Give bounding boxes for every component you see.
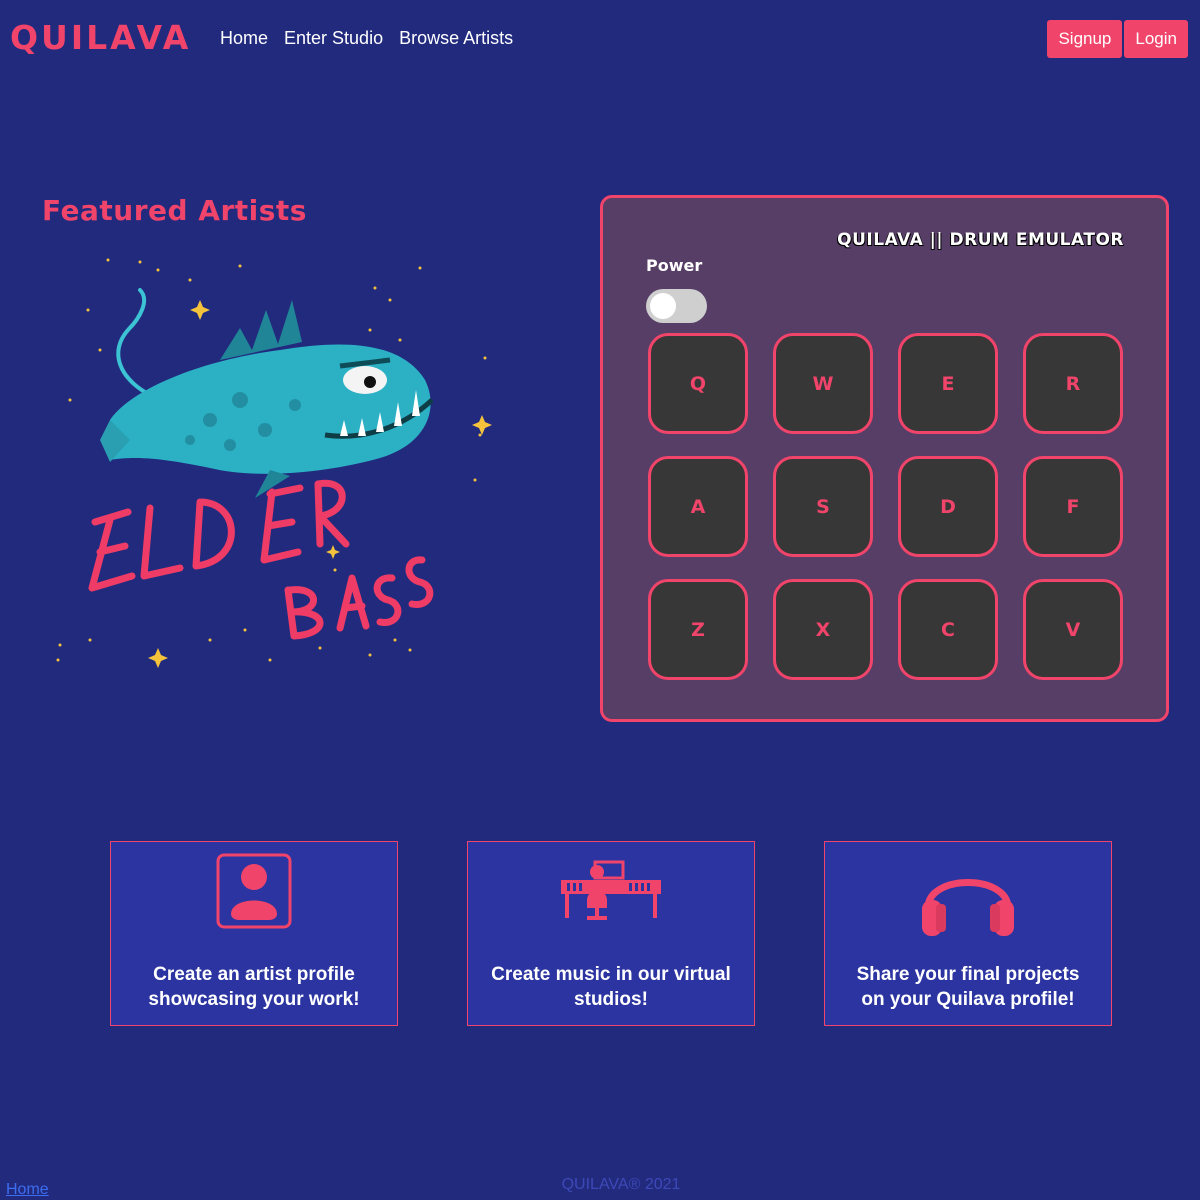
headphones-icon — [922, 879, 1014, 936]
drum-pad-f[interactable]: F — [1023, 456, 1123, 557]
user-profile-icon — [216, 853, 292, 929]
brand-logo[interactable]: QUILAVA — [10, 18, 191, 57]
feature-card-studio: Create music in our virtual studios! — [467, 841, 755, 1026]
feature-card-text: Share your final projects on your Quilav… — [856, 964, 1080, 1010]
power-label: Power — [646, 256, 703, 275]
featured-artist-image[interactable] — [40, 240, 510, 680]
drum-emulator-title: QUILAVA || DRUM EMULATOR — [837, 230, 1124, 250]
feature-card-profile: Create an artist profile showcasing your… — [110, 841, 398, 1026]
drum-pad-a[interactable]: A — [648, 456, 748, 557]
drum-pad-c[interactable]: C — [898, 579, 998, 680]
auth-buttons: Signup Login — [1047, 20, 1188, 58]
nav-link-enter-studio[interactable]: Enter Studio — [284, 28, 383, 49]
elder-bass-lettering — [88, 479, 434, 640]
navbar: QUILAVA Home Enter Studio Browse Artists… — [0, 0, 1200, 78]
drum-pad-w[interactable]: W — [773, 333, 873, 434]
footer-copyright: QUILAVA® 2021 — [561, 1176, 681, 1193]
drum-pad-r[interactable]: R — [1023, 333, 1123, 434]
drum-pad-v[interactable]: V — [1023, 579, 1123, 680]
feature-card-share: Share your final projects on your Quilav… — [824, 841, 1112, 1026]
drum-pad-grid: Q W E R A S D F Z X C V — [648, 333, 1123, 680]
music-studio-icon — [561, 860, 661, 920]
page: QUILAVA Home Enter Studio Browse Artists… — [0, 0, 1200, 1200]
drum-pad-q[interactable]: Q — [648, 333, 748, 434]
drum-emulator-panel: QUILAVA || DRUM EMULATOR Power Q W E R A… — [600, 195, 1169, 722]
drum-pad-x[interactable]: X — [773, 579, 873, 680]
drum-pad-d[interactable]: D — [898, 456, 998, 557]
login-button[interactable]: Login — [1124, 20, 1188, 58]
feature-card-text: Create music in our virtual studios! — [491, 964, 731, 1010]
nav-link-home[interactable]: Home — [220, 28, 268, 49]
drum-pad-z[interactable]: Z — [648, 579, 748, 680]
nav-link-browse-artists[interactable]: Browse Artists — [399, 28, 513, 49]
signup-button[interactable]: Signup — [1047, 20, 1123, 58]
drum-pad-s[interactable]: S — [773, 456, 873, 557]
power-toggle[interactable] — [646, 289, 707, 323]
power-toggle-knob — [650, 293, 676, 319]
featured-artists-title: Featured Artists — [42, 194, 307, 227]
feature-card-text: Create an artist profile showcasing your… — [148, 964, 360, 1010]
nav-links: Home Enter Studio Browse Artists — [220, 28, 513, 49]
drum-pad-e[interactable]: E — [898, 333, 998, 434]
